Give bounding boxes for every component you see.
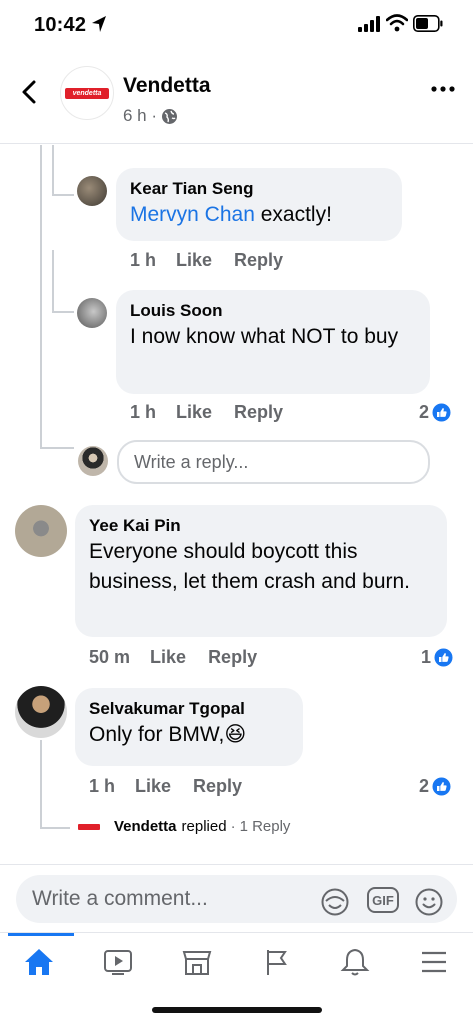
globe-icon: [162, 108, 178, 124]
like-button[interactable]: Like: [176, 402, 212, 423]
view-replies-link[interactable]: Vendetta replied · 1 Reply: [78, 818, 290, 835]
like-button[interactable]: Like: [135, 776, 171, 797]
reaction-count[interactable]: 2: [419, 776, 451, 797]
location-arrow-icon: [92, 16, 106, 32]
like-reaction-icon: [434, 648, 453, 667]
status-bar: 10:42: [0, 0, 473, 52]
status-time: 10:42: [34, 14, 87, 36]
comment-author[interactable]: Yee Kai Pin: [89, 515, 433, 537]
home-icon: [25, 949, 53, 975]
comment-text: Only for BMW,😆: [89, 720, 289, 750]
comment-actions: 1 h Like Reply: [89, 776, 264, 797]
cellular-signal-icon: [358, 16, 380, 32]
avatar-sticker-icon[interactable]: [320, 887, 350, 917]
mention-link[interactable]: Mervyn Chan: [130, 203, 255, 226]
thread-line: [40, 827, 70, 829]
comment-actions: 1 h Like Reply: [130, 402, 305, 423]
gif-button[interactable]: GIF: [367, 887, 399, 913]
comment-bubble: Kear Tian Seng Mervyn Chan exactly!: [116, 168, 402, 241]
page-avatar[interactable]: vendetta: [60, 66, 114, 120]
video-icon: [104, 950, 132, 975]
thread-line: [52, 194, 74, 196]
bell-icon: [340, 948, 370, 976]
page-name[interactable]: Vendetta: [123, 74, 211, 98]
tab-bar: [0, 932, 473, 992]
avatar[interactable]: [15, 686, 67, 738]
post-meta: 6 h ·: [123, 106, 178, 126]
comment-time: 1 h: [89, 776, 116, 796]
separator-dot: ·: [230, 818, 236, 835]
post-header: vendetta Vendetta 6 h ·: [0, 52, 473, 144]
tab-notifications[interactable]: [326, 933, 384, 991]
reply-button[interactable]: Reply: [234, 402, 283, 423]
reply-button[interactable]: Reply: [193, 776, 242, 797]
comment-text-body: Only for BMW,: [89, 723, 225, 746]
like-button[interactable]: Like: [176, 250, 212, 271]
like-reaction-icon: [432, 777, 451, 796]
comment-bubble: Louis Soon I now know what NOT to buy: [116, 290, 430, 394]
thread-line: [52, 311, 74, 313]
reaction-count-number: 1: [421, 647, 432, 667]
comment-text: Mervyn Chan exactly!: [130, 200, 388, 230]
more-options-icon[interactable]: [430, 84, 456, 94]
vendetta-logo: vendetta: [65, 87, 109, 99]
vendetta-mini-logo: [78, 823, 100, 830]
comment-composer: Write a comment... GIF: [0, 864, 473, 932]
comment-bubble: Yee Kai Pin Everyone should boycott this…: [75, 505, 447, 637]
like-reaction-icon: [432, 403, 451, 422]
reply-count: 1 Reply: [239, 818, 291, 835]
like-button[interactable]: Like: [150, 647, 186, 668]
avatar[interactable]: [77, 298, 107, 328]
comment-author[interactable]: Kear Tian Seng: [130, 178, 388, 200]
comment-actions: 50 m Like Reply: [89, 647, 279, 668]
back-button[interactable]: [18, 78, 42, 106]
avatar[interactable]: [15, 505, 67, 557]
flag-icon: [267, 950, 287, 975]
menu-icon: [422, 951, 446, 973]
comment-time: 1 h: [130, 402, 157, 422]
reply-button[interactable]: Reply: [234, 250, 283, 271]
comment-actions: 1 h Like Reply: [130, 250, 305, 271]
thread-line: [52, 145, 54, 195]
comment-text: I now know what NOT to buy: [130, 325, 399, 348]
comment-bubble: Selvakumar Tgopal Only for BMW,😆: [75, 688, 303, 766]
home-indicator[interactable]: [152, 1007, 322, 1013]
thread-line: [40, 145, 42, 448]
post-time: 6 h ·: [123, 106, 158, 125]
tab-home[interactable]: [10, 933, 68, 991]
reaction-count-number: 2: [419, 402, 430, 422]
tab-marketplace[interactable]: [168, 933, 226, 991]
comment-time: 1 h: [130, 250, 157, 270]
reply-input[interactable]: Write a reply...: [117, 440, 430, 484]
comment-text: Everyone should boycott this business, l…: [89, 540, 411, 593]
my-avatar: [78, 446, 108, 476]
comment-author[interactable]: Louis Soon: [130, 300, 416, 322]
reaction-count[interactable]: 1: [421, 647, 453, 668]
tab-pages[interactable]: [247, 933, 305, 991]
comment-text-body: exactly!: [254, 203, 332, 226]
tab-menu[interactable]: [405, 933, 463, 991]
laughing-emoji: 😆: [224, 723, 247, 746]
tab-watch[interactable]: [89, 933, 147, 991]
battery-icon: [413, 15, 443, 32]
reaction-count-number: 2: [419, 776, 430, 796]
store-icon: [182, 951, 212, 975]
avatar[interactable]: [77, 176, 107, 206]
reply-button[interactable]: Reply: [208, 647, 257, 668]
replied-verb: replied: [181, 818, 227, 835]
comment-author[interactable]: Selvakumar Tgopal: [89, 698, 289, 720]
thread-line: [52, 250, 54, 312]
thread-line: [40, 447, 74, 449]
wifi-icon: [386, 14, 408, 32]
gif-label: GIF: [372, 892, 394, 908]
replier-name: Vendetta: [114, 818, 177, 835]
comment-time: 50 m: [89, 647, 131, 667]
reaction-count[interactable]: 2: [419, 402, 451, 423]
emoji-icon[interactable]: [414, 887, 444, 917]
thread-line: [40, 740, 42, 828]
